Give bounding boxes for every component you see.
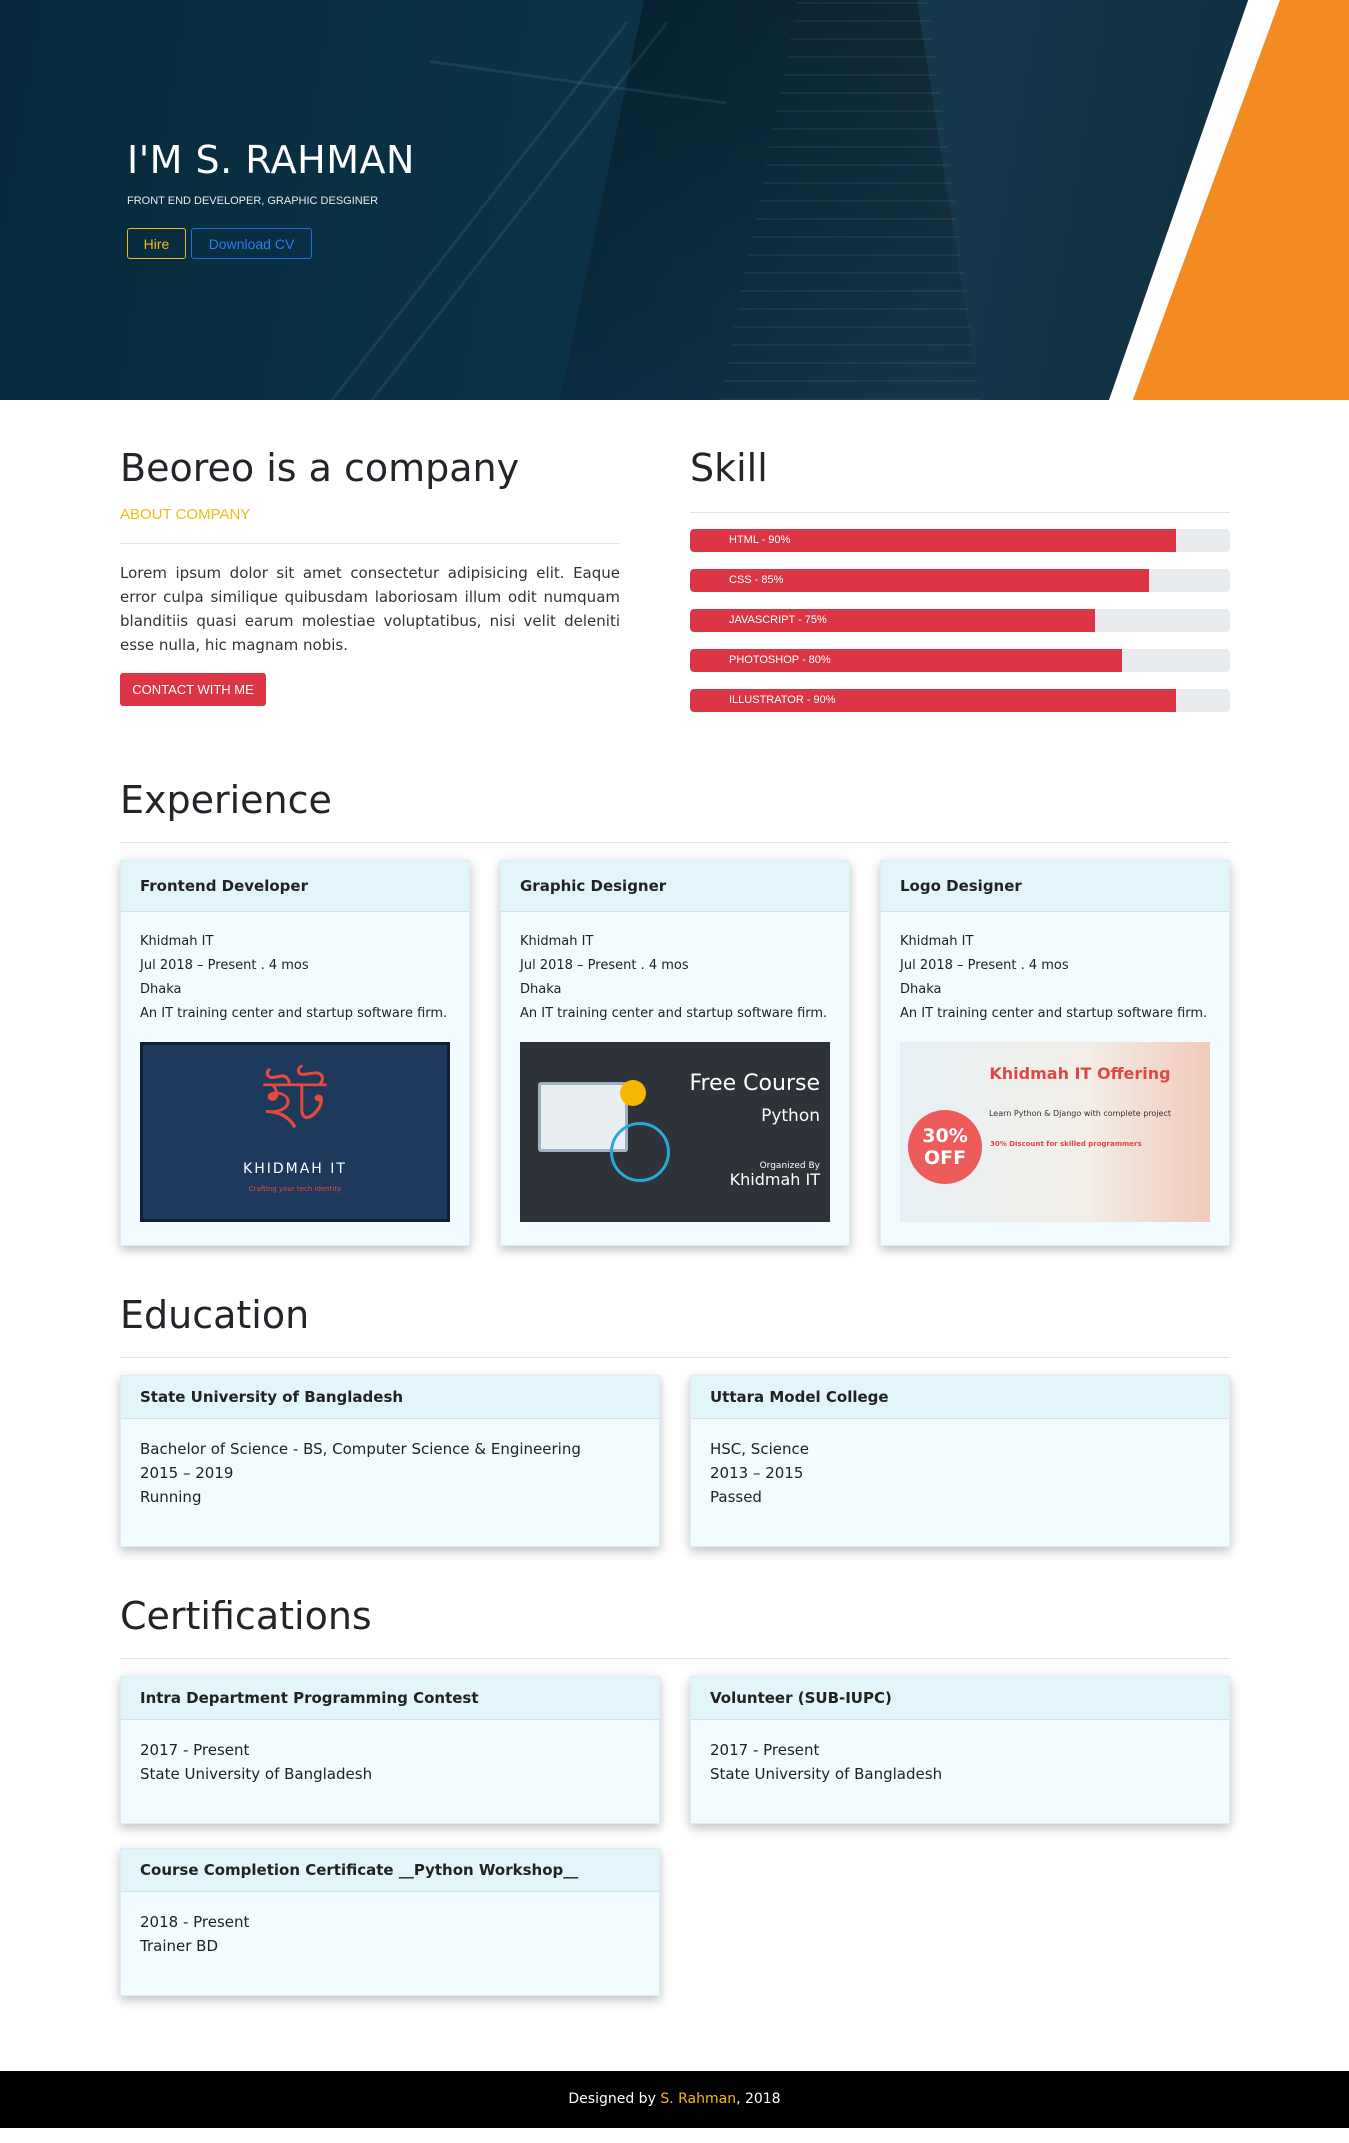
skill-bar-photoshop: PHOTOSHOP - 80% bbox=[690, 649, 1230, 672]
certification-card-body: 2018 - Present Trainer BD bbox=[121, 1892, 659, 1976]
skill-fill-css: CSS - 85% bbox=[690, 569, 1149, 592]
experience-card-body: Khidmah IT Jul 2018 – Present . 4 mos Dh… bbox=[881, 912, 1229, 1240]
discount-badge: 30% OFF bbox=[908, 1110, 982, 1184]
certification-period: 2017 - Present bbox=[710, 1741, 820, 1759]
experience-period: Jul 2018 – Present . 4 mos bbox=[900, 958, 1069, 973]
education-card: State University of Bangladesh Bachelor … bbox=[120, 1375, 660, 1547]
certification-period: 2018 - Present bbox=[140, 1913, 250, 1931]
certification-period: 2017 - Present bbox=[140, 1741, 250, 1759]
skill-title: Skill bbox=[690, 446, 768, 490]
education-status: Passed bbox=[710, 1488, 762, 1506]
lightbulb-icon bbox=[620, 1080, 646, 1106]
about-subtitle: ABOUT COMPANY bbox=[120, 506, 251, 523]
hero-title: I'M S. RAHMAN bbox=[127, 138, 415, 182]
skill-bar-javascript: JAVASCRIPT - 75% bbox=[690, 609, 1230, 632]
experience-card-title: Frontend Developer bbox=[121, 861, 469, 912]
hero-section: I'M S. RAHMAN FRONT END DEVELOPER, GRAPH… bbox=[0, 0, 1349, 400]
education-card-title: State University of Bangladesh bbox=[121, 1376, 659, 1419]
education-divider bbox=[120, 1357, 1230, 1358]
footer: Designed by S. Rahman, 2018 bbox=[0, 2071, 1349, 2128]
certification-org: State University of Bangladesh bbox=[140, 1765, 373, 1783]
skill-bar-illustrator: ILLUSTRATOR - 90% bbox=[690, 689, 1230, 712]
education-title: Education bbox=[120, 1293, 310, 1337]
python-label: Python bbox=[761, 1106, 820, 1126]
education-degree: Bachelor of Science - BS, Computer Scien… bbox=[140, 1440, 581, 1458]
experience-card: Graphic Designer Khidmah IT Jul 2018 – P… bbox=[500, 860, 850, 1246]
experience-location: Dhaka bbox=[900, 982, 942, 997]
certifications-title: Certifications bbox=[120, 1594, 372, 1638]
course-title: Free Course bbox=[689, 1071, 821, 1096]
experience-card: Frontend Developer Khidmah IT Jul 2018 –… bbox=[120, 860, 470, 1246]
organizer-name: Khidmah IT bbox=[729, 1170, 820, 1189]
footer-suffix: , 2018 bbox=[736, 2091, 781, 2107]
experience-location: Dhaka bbox=[520, 982, 562, 997]
experience-divider bbox=[120, 842, 1230, 843]
experience-company: Khidmah IT bbox=[900, 934, 974, 949]
skill-bar-html: HTML - 90% bbox=[690, 529, 1230, 552]
experience-company: Khidmah IT bbox=[140, 934, 214, 949]
experience-card-title: Logo Designer bbox=[881, 861, 1229, 912]
download-cv-button[interactable]: Download CV bbox=[191, 228, 312, 259]
certification-card-body: 2017 - Present State University of Bangl… bbox=[691, 1720, 1229, 1804]
khidmah-logo-glyph: ইট bbox=[264, 1067, 326, 1135]
certification-card: Intra Department Programming Contest 201… bbox=[120, 1676, 660, 1824]
discount-note: 30% Discount for skilled programmers bbox=[990, 1140, 1142, 1148]
about-title: Beoreo is a company bbox=[120, 446, 520, 490]
experience-card-body: Khidmah IT Jul 2018 – Present . 4 mos Dh… bbox=[121, 912, 469, 1240]
experience-description: An IT training center and startup softwa… bbox=[140, 1006, 448, 1021]
certification-card-title: Intra Department Programming Contest bbox=[121, 1677, 659, 1720]
khidmah-logo-image: ইট KHIDMAH IT Crafting your tech identit… bbox=[140, 1042, 450, 1222]
discount-percent: 30% bbox=[922, 1125, 968, 1147]
skill-divider bbox=[690, 512, 1230, 513]
experience-company: Khidmah IT bbox=[520, 934, 594, 949]
footer-author-link[interactable]: S. Rahman bbox=[660, 2091, 736, 2107]
education-card-body: HSC, Science 2013 – 2015 Passed bbox=[691, 1419, 1229, 1527]
footer-prefix: Designed by bbox=[568, 2091, 661, 2107]
education-degree: HSC, Science bbox=[710, 1440, 809, 1458]
experience-card-body: Khidmah IT Jul 2018 – Present . 4 mos Dh… bbox=[501, 912, 849, 1240]
experience-title: Experience bbox=[120, 778, 332, 822]
hire-button[interactable]: Hire bbox=[127, 228, 186, 259]
certification-card-title: Volunteer (SUB-IUPC) bbox=[691, 1677, 1229, 1720]
skill-bar-css: CSS - 85% bbox=[690, 569, 1230, 592]
experience-location: Dhaka bbox=[140, 982, 182, 997]
skill-fill-illustrator: ILLUSTRATOR - 90% bbox=[690, 689, 1176, 712]
khidmah-offering-image: Khidmah IT Offering Learn Python & Djang… bbox=[900, 1042, 1210, 1222]
khidmah-logo-tagline: Crafting your tech identity bbox=[248, 1185, 342, 1193]
certification-org: State University of Bangladesh bbox=[710, 1765, 943, 1783]
education-status: Running bbox=[140, 1488, 202, 1506]
experience-description: An IT training center and startup softwa… bbox=[900, 1006, 1208, 1021]
education-card: Uttara Model College HSC, Science 2013 –… bbox=[690, 1375, 1230, 1547]
experience-card-title: Graphic Designer bbox=[501, 861, 849, 912]
python-course-image: Free Course Python Organized By Khidmah … bbox=[520, 1042, 830, 1222]
experience-description: An IT training center and startup softwa… bbox=[520, 1006, 828, 1021]
certifications-divider bbox=[120, 1658, 1230, 1659]
about-text: Lorem ipsum dolor sit amet consectetur a… bbox=[120, 564, 620, 654]
certification-card-title: Course Completion Certificate __Python W… bbox=[121, 1849, 659, 1892]
education-card-body: Bachelor of Science - BS, Computer Scien… bbox=[121, 1419, 659, 1527]
globe-icon bbox=[610, 1122, 670, 1182]
discount-off: OFF bbox=[923, 1147, 967, 1169]
certification-card: Course Completion Certificate __Python W… bbox=[120, 1848, 660, 1996]
about-divider bbox=[120, 543, 620, 544]
skill-fill-photoshop: PHOTOSHOP - 80% bbox=[690, 649, 1122, 672]
education-years: 2013 – 2015 bbox=[710, 1464, 804, 1482]
certification-org: Trainer BD bbox=[140, 1937, 218, 1955]
contact-button[interactable]: CONTACT WITH ME bbox=[120, 673, 266, 706]
experience-period: Jul 2018 – Present . 4 mos bbox=[520, 958, 689, 973]
education-years: 2015 – 2019 bbox=[140, 1464, 234, 1482]
experience-period: Jul 2018 – Present . 4 mos bbox=[140, 958, 309, 973]
certification-card: Volunteer (SUB-IUPC) 2017 - Present Stat… bbox=[690, 1676, 1230, 1824]
skill-fill-html: HTML - 90% bbox=[690, 529, 1176, 552]
education-card-title: Uttara Model College bbox=[691, 1376, 1229, 1419]
offering-heading: Khidmah IT Offering bbox=[989, 1064, 1171, 1083]
hero-subtitle: FRONT END DEVELOPER, GRAPHIC DESGINER bbox=[127, 195, 379, 207]
certification-card-body: 2017 - Present State University of Bangl… bbox=[121, 1720, 659, 1804]
skill-fill-javascript: JAVASCRIPT - 75% bbox=[690, 609, 1095, 632]
experience-card: Logo Designer Khidmah IT Jul 2018 – Pres… bbox=[880, 860, 1230, 1246]
